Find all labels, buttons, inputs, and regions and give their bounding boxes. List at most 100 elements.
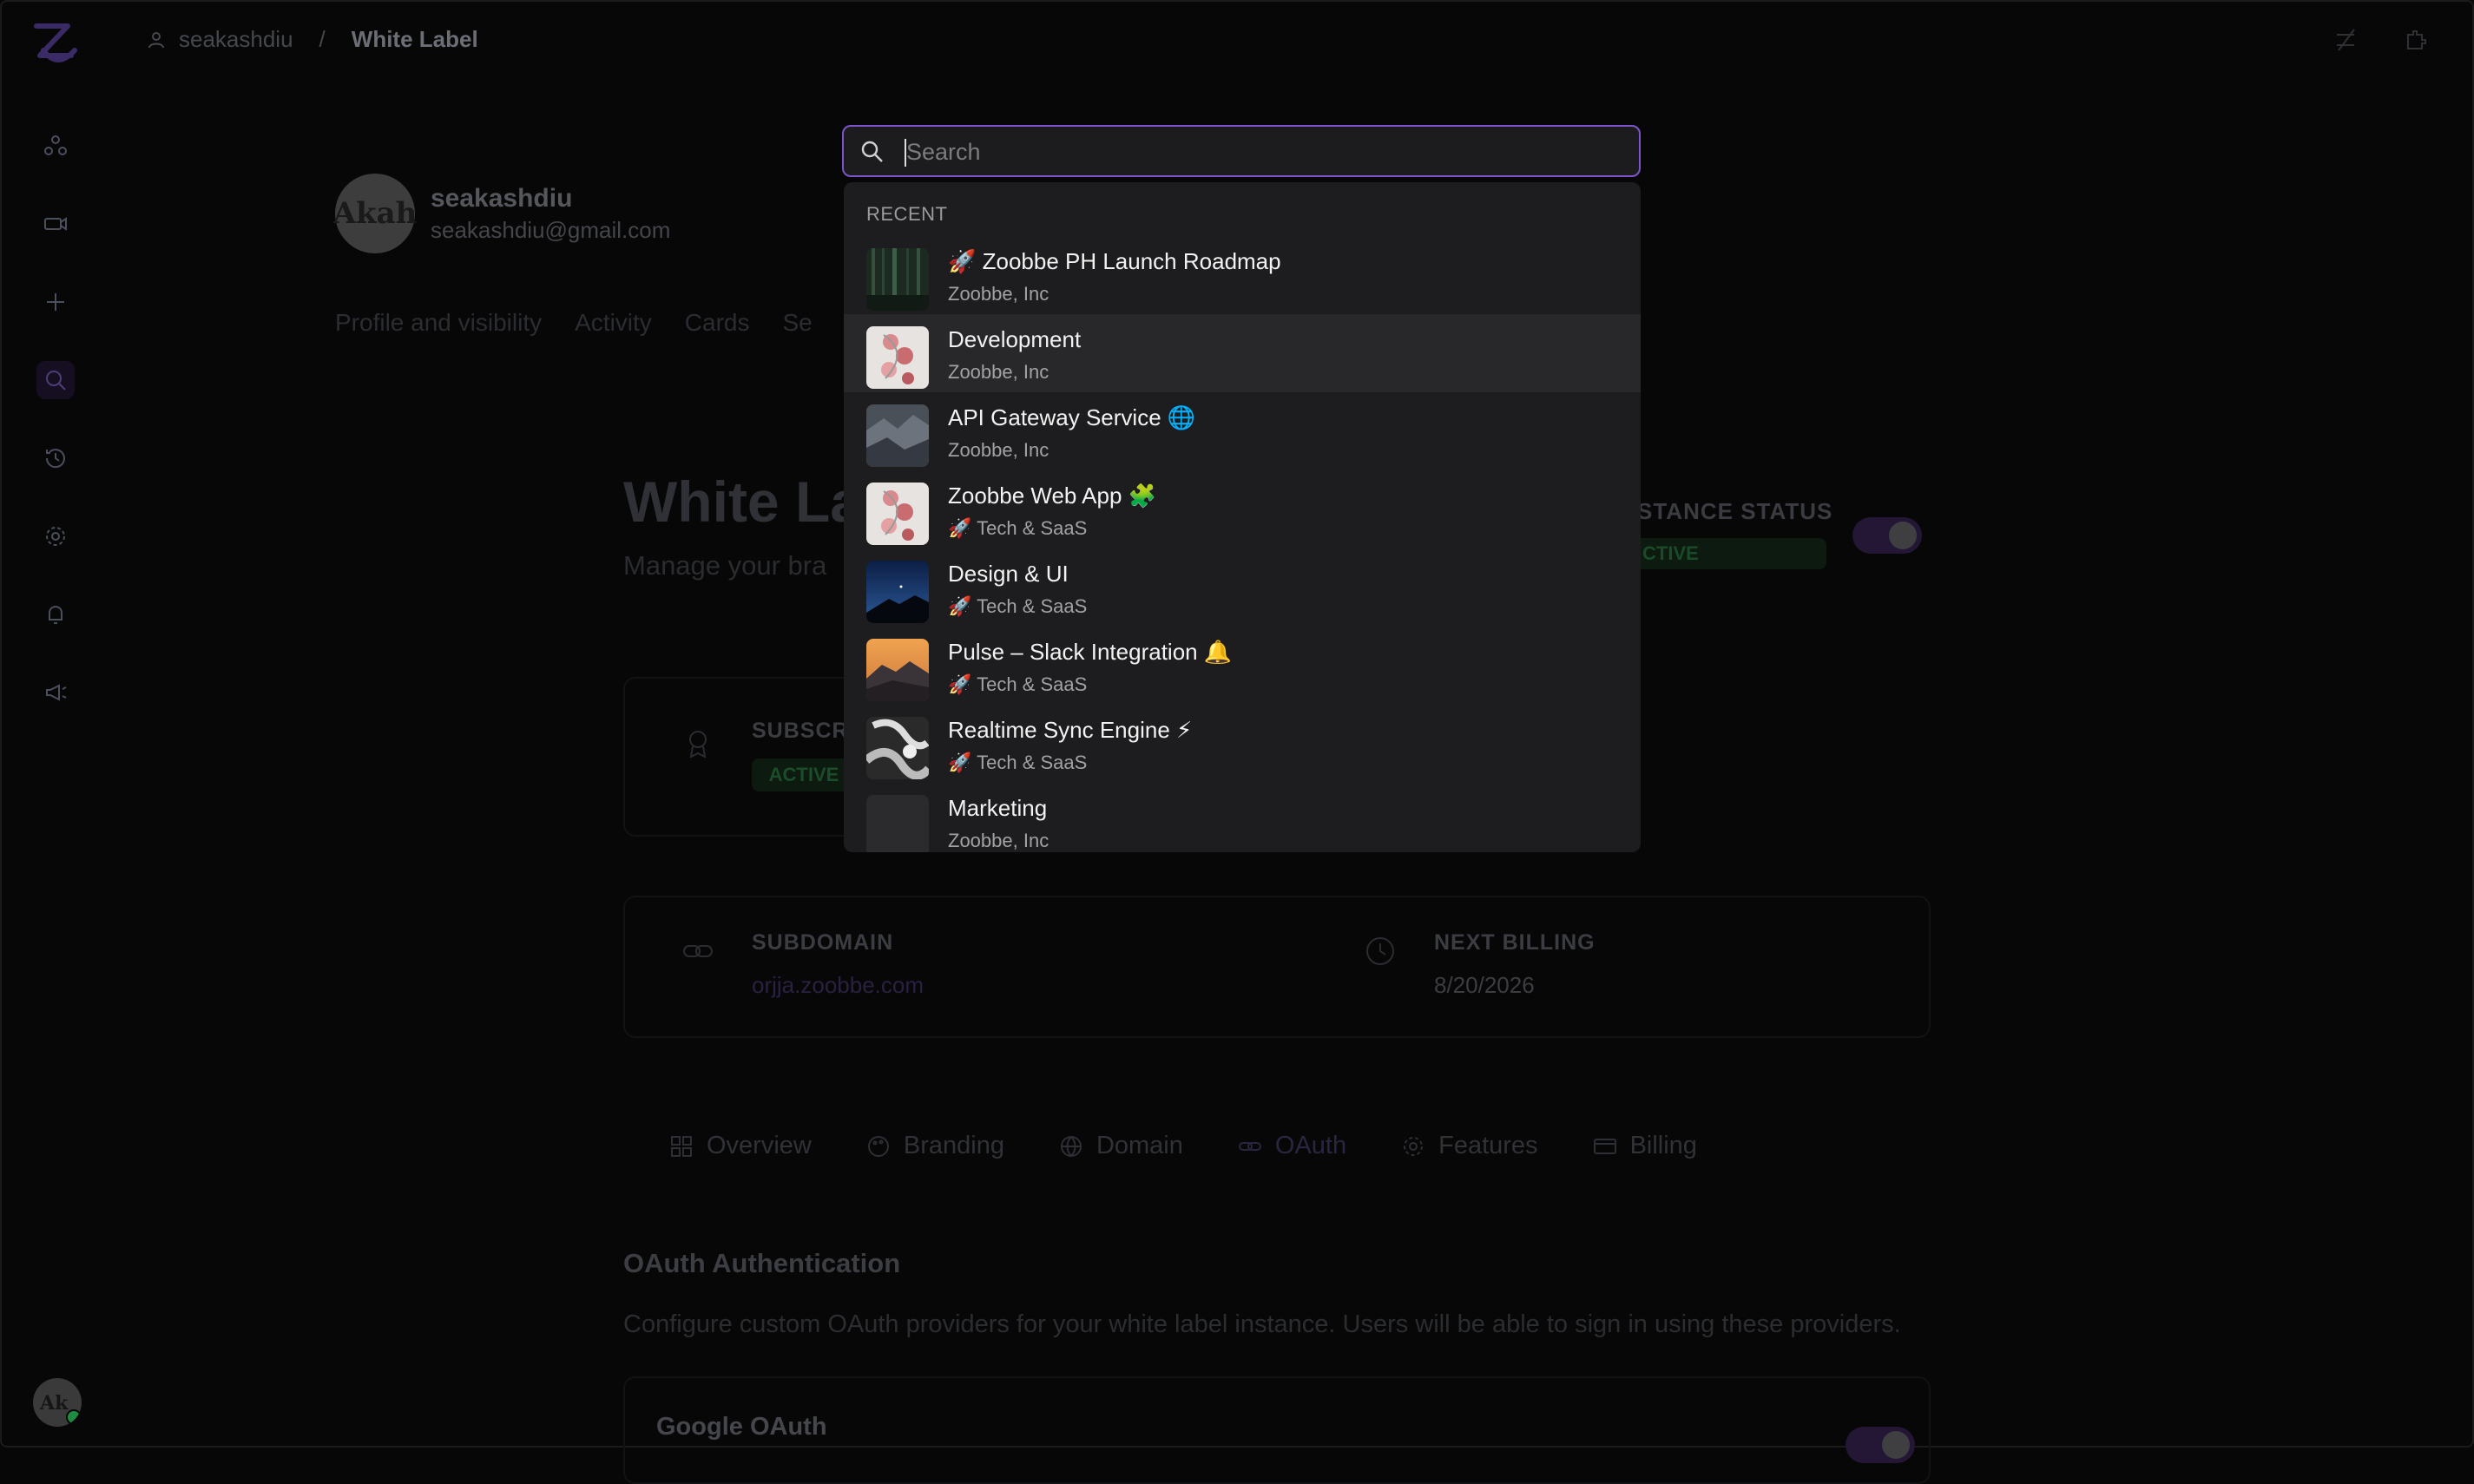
next-billing-value: 8/20/2026 [1434,972,1535,998]
tab-branding[interactable]: Branding [865,1132,1004,1160]
result-title: Development [948,326,1082,352]
recent-section-header: RECENT [866,203,948,225]
oauth-title: OAuth Authentication [623,1248,901,1278]
svg-text:Ak: Ak [39,1392,69,1415]
result-title: Pulse – Slack Integration 🔔 [948,639,1233,665]
board-thumbnail [866,326,929,389]
subdomain-label: SUBDOMAIN [752,930,894,955]
result-subtitle: 🚀 Tech & SaaS [948,752,1088,773]
google-oauth-toggle[interactable] [1846,1427,1915,1463]
instance-status-label: STANCE STATUS [1637,498,1833,524]
search-result-item[interactable]: Marketing Zoobbe, Inc [844,783,1641,852]
search-result-item[interactable]: Design & UI 🚀 Tech & SaaS [844,548,1641,627]
page-title: White La [623,469,862,534]
tab-branding-label: Branding [903,1132,1004,1159]
search-box [842,125,1641,177]
tab-profile-visibility[interactable]: Profile and visibility [335,309,542,337]
instance-status-badge: CTIVE [1625,538,1826,569]
profile-name: seakashdiu [431,183,573,213]
clock-icon [1363,934,1398,969]
board-thumbnail [866,795,929,852]
award-icon [681,726,715,760]
next-billing-label: NEXT BILLING [1434,930,1596,955]
search-result-item[interactable]: Pulse – Slack Integration 🔔 🚀 Tech & Saa… [844,627,1641,705]
board-thumbnail [866,639,929,701]
result-title: Marketing [948,795,1048,821]
tab-oauth-label: OAuth [1274,1132,1347,1159]
announcements-icon[interactable] [36,673,75,712]
theme-toggle-icon[interactable] [2332,26,2363,57]
app-logo-icon[interactable] [28,16,83,71]
board-thumbnail [866,404,929,467]
tab-oauth[interactable]: OAuth [1237,1132,1346,1160]
search-result-item[interactable]: Zoobbe Web App 🧩 🚀 Tech & SaaS [844,470,1641,548]
search-result-item[interactable]: API Gateway Service 🌐 Zoobbe, Inc [844,392,1641,470]
tab-overview[interactable]: Overview [668,1132,812,1160]
result-title: Zoobbe Web App 🧩 [948,483,1157,509]
search-result-item[interactable]: Development Zoobbe, Inc [844,314,1641,392]
result-title: Design & UI [948,561,1069,587]
result-subtitle: Zoobbe, Inc [948,830,1049,851]
tab-billing[interactable]: Billing [1592,1132,1697,1160]
palette-icon [867,1135,889,1157]
tab-domain[interactable]: Domain [1058,1132,1183,1160]
text-caret [905,139,906,167]
key-link-icon [1238,1141,1261,1151]
add-icon[interactable] [36,283,75,321]
tab-activity[interactable]: Activity [575,309,652,337]
tab-settings[interactable]: Se [783,309,813,337]
breadcrumb: seakashdiu / White Label [146,26,478,53]
search-results-panel: RECENT 🚀 Zoobbe PH Launch Roadmap Zoobbe… [844,182,1641,852]
board-thumbnail [866,561,929,623]
result-title: Realtime Sync Engine ⚡ [948,717,1193,743]
result-subtitle: Zoobbe, Inc [948,361,1049,383]
board-thumbnail [866,248,929,311]
credit-card-icon [1593,1138,1616,1154]
result-subtitle: 🚀 Tech & SaaS [948,517,1088,539]
extension-icon[interactable] [2401,26,2432,57]
oauth-description: Configure custom OAuth providers for you… [623,1310,1901,1338]
search-nav-icon[interactable] [36,361,75,399]
notifications-icon[interactable] [36,595,75,634]
instance-toggle[interactable] [1852,517,1922,554]
result-subtitle: Zoobbe, Inc [948,283,1049,305]
grid-icon [671,1135,692,1157]
history-icon[interactable] [36,439,75,477]
tab-billing-label: Billing [1629,1132,1697,1159]
subscription-label: SUBSCR [752,719,849,743]
user-icon [148,31,164,48]
search-icon [859,139,885,165]
details-card [623,896,1931,1038]
profile-avatar: Akah [333,174,417,253]
search-input[interactable] [905,134,1620,170]
board-thumbnail [866,483,929,545]
tab-domain-label: Domain [1096,1132,1183,1159]
board-thumbnail [866,717,929,779]
settings-subtabs: Overview Branding Domain OAuth Features … [668,1132,1751,1160]
search-result-item[interactable]: Realtime Sync Engine ⚡ 🚀 Tech & SaaS [844,705,1641,783]
breadcrumb-user[interactable]: seakashdiu [179,26,293,53]
workspaces-icon[interactable] [36,127,75,165]
profile-header: Akah seakashdiu seakashdiu@gmail.com [333,174,671,253]
gear-icon [1404,1136,1424,1156]
sidebar: Ak [5,0,102,1448]
result-title: API Gateway Service 🌐 [948,404,1196,430]
tab-cards[interactable]: Cards [685,309,750,337]
tab-features[interactable]: Features [1400,1132,1538,1160]
profile-email: seakashdiu@gmail.com [431,216,671,243]
google-oauth-label: Google OAuth [656,1413,827,1441]
toggle-knob [1889,522,1917,549]
boards-icon[interactable] [36,205,75,243]
search-result-item[interactable]: 🚀 Zoobbe PH Launch Roadmap Zoobbe, Inc [844,236,1641,314]
link-icon [681,934,715,969]
globe-icon [1060,1135,1082,1157]
result-subtitle: Zoobbe, Inc [948,439,1049,461]
subdomain-value[interactable]: orjja.zoobbe.com [752,972,924,999]
user-avatar[interactable]: Ak [33,1378,82,1427]
result-subtitle: 🚀 Tech & SaaS [948,595,1088,617]
result-subtitle: 🚀 Tech & SaaS [948,673,1088,695]
online-status-dot [66,1409,82,1425]
profile-tabs: Profile and visibility Activity Cards Se [335,309,846,337]
settings-icon[interactable] [36,517,75,555]
subscription-badge: ACTIVE [752,758,856,791]
